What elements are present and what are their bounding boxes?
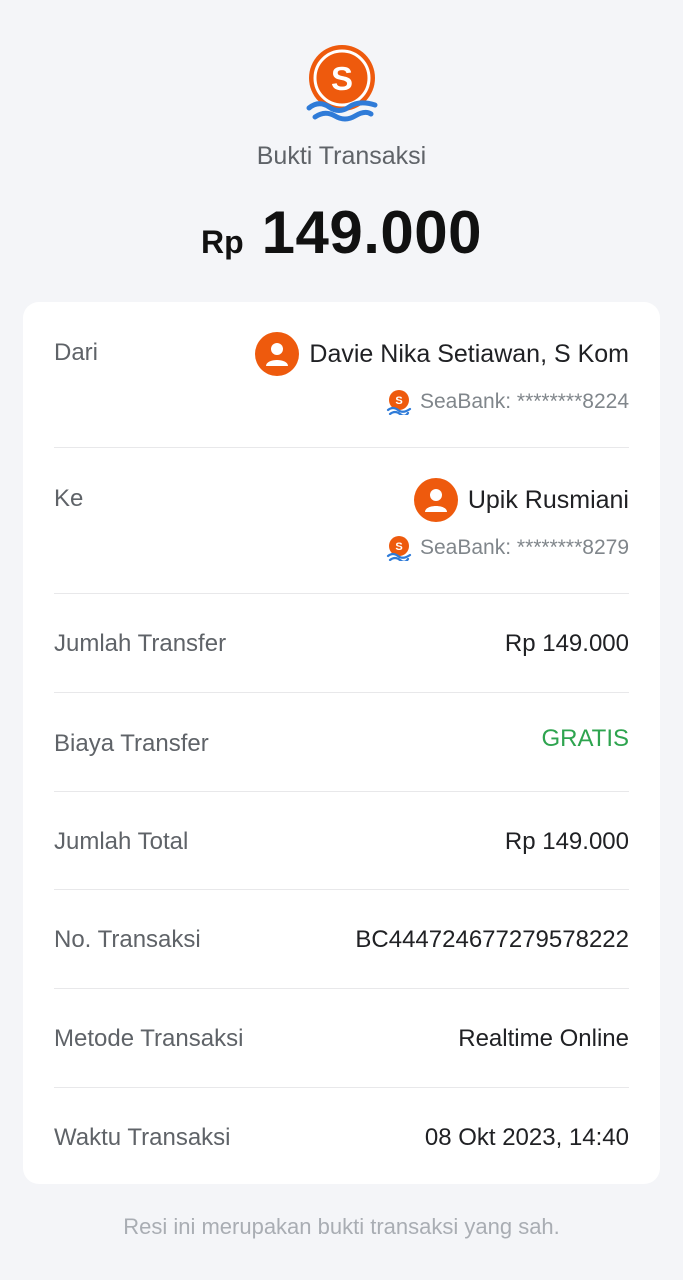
transaction-method-value: Realtime Online	[458, 1025, 629, 1052]
total-amount-value: Rp 149.000	[504, 828, 629, 855]
transfer-amount-row: Jumlah Transfer Rp 149.000	[54, 594, 629, 693]
to-row: Ke Upik Rusmiani S SeaBank: ********8279	[54, 448, 629, 594]
transaction-details-card: Dari Davie Nika Setiawan, S Kom S SeaBan…	[23, 302, 660, 1184]
total-amount-label: Jumlah Total	[54, 828, 189, 855]
seabank-small-icon: S	[386, 390, 412, 415]
from-bank-account: SeaBank: ********8224	[420, 390, 629, 413]
transfer-fee-label: Biaya Transfer	[54, 730, 209, 757]
seabank-small-icon: S	[386, 536, 412, 561]
seabank-logo-icon: S	[306, 45, 377, 122]
transaction-no-row: No. Transaksi BC444724677279578222	[54, 890, 629, 989]
transaction-time-label: Waktu Transaksi	[54, 1124, 231, 1151]
transaction-time-value: 08 Okt 2023, 14:40	[424, 1124, 629, 1151]
seabank-logo: S	[0, 44, 683, 122]
to-label: Ke	[54, 485, 84, 512]
from-party: Davie Nika Setiawan, S Kom	[255, 332, 629, 376]
transaction-amount: Rp 149.000	[0, 198, 683, 267]
transaction-method-label: Metode Transaksi	[54, 1025, 244, 1052]
transfer-amount-value: Rp 149.000	[504, 630, 629, 657]
svg-text:S: S	[395, 395, 402, 407]
amount-currency: Rp	[200, 224, 244, 260]
transfer-fee-value: GRATIS	[541, 725, 629, 752]
from-bank: S SeaBank: ********8224	[386, 389, 629, 415]
amount-value: 149.000	[261, 199, 483, 266]
from-row: Dari Davie Nika Setiawan, S Kom S SeaBan…	[54, 302, 629, 448]
user-avatar-icon	[413, 478, 458, 522]
to-party: Upik Rusmiani	[413, 478, 629, 522]
from-label: Dari	[54, 339, 99, 366]
to-bank-account: SeaBank: ********8279	[420, 536, 629, 559]
to-bank: S SeaBank: ********8279	[386, 535, 629, 561]
transaction-method-row: Metode Transaksi Realtime Online	[54, 989, 629, 1088]
transaction-no-value: BC444724677279578222	[355, 926, 629, 953]
transfer-fee-row: Biaya Transfer GRATIS	[54, 693, 629, 792]
from-name: Davie Nika Setiawan, S Kom	[309, 339, 629, 368]
page-title: Bukti Transaksi	[256, 142, 427, 170]
transaction-time-row: Waktu Transaksi 08 Okt 2023, 14:40	[54, 1088, 629, 1184]
svg-text:S: S	[330, 60, 352, 97]
user-avatar-icon	[255, 332, 300, 376]
transfer-amount-label: Jumlah Transfer	[54, 630, 227, 657]
to-name: Upik Rusmiani	[467, 485, 629, 514]
receipt-footer-note: Resi ini merupakan bukti transaksi yang …	[123, 1214, 560, 1239]
svg-text:S: S	[395, 541, 402, 553]
total-amount-row: Jumlah Total Rp 149.000	[54, 792, 629, 890]
transaction-no-label: No. Transaksi	[54, 926, 201, 953]
